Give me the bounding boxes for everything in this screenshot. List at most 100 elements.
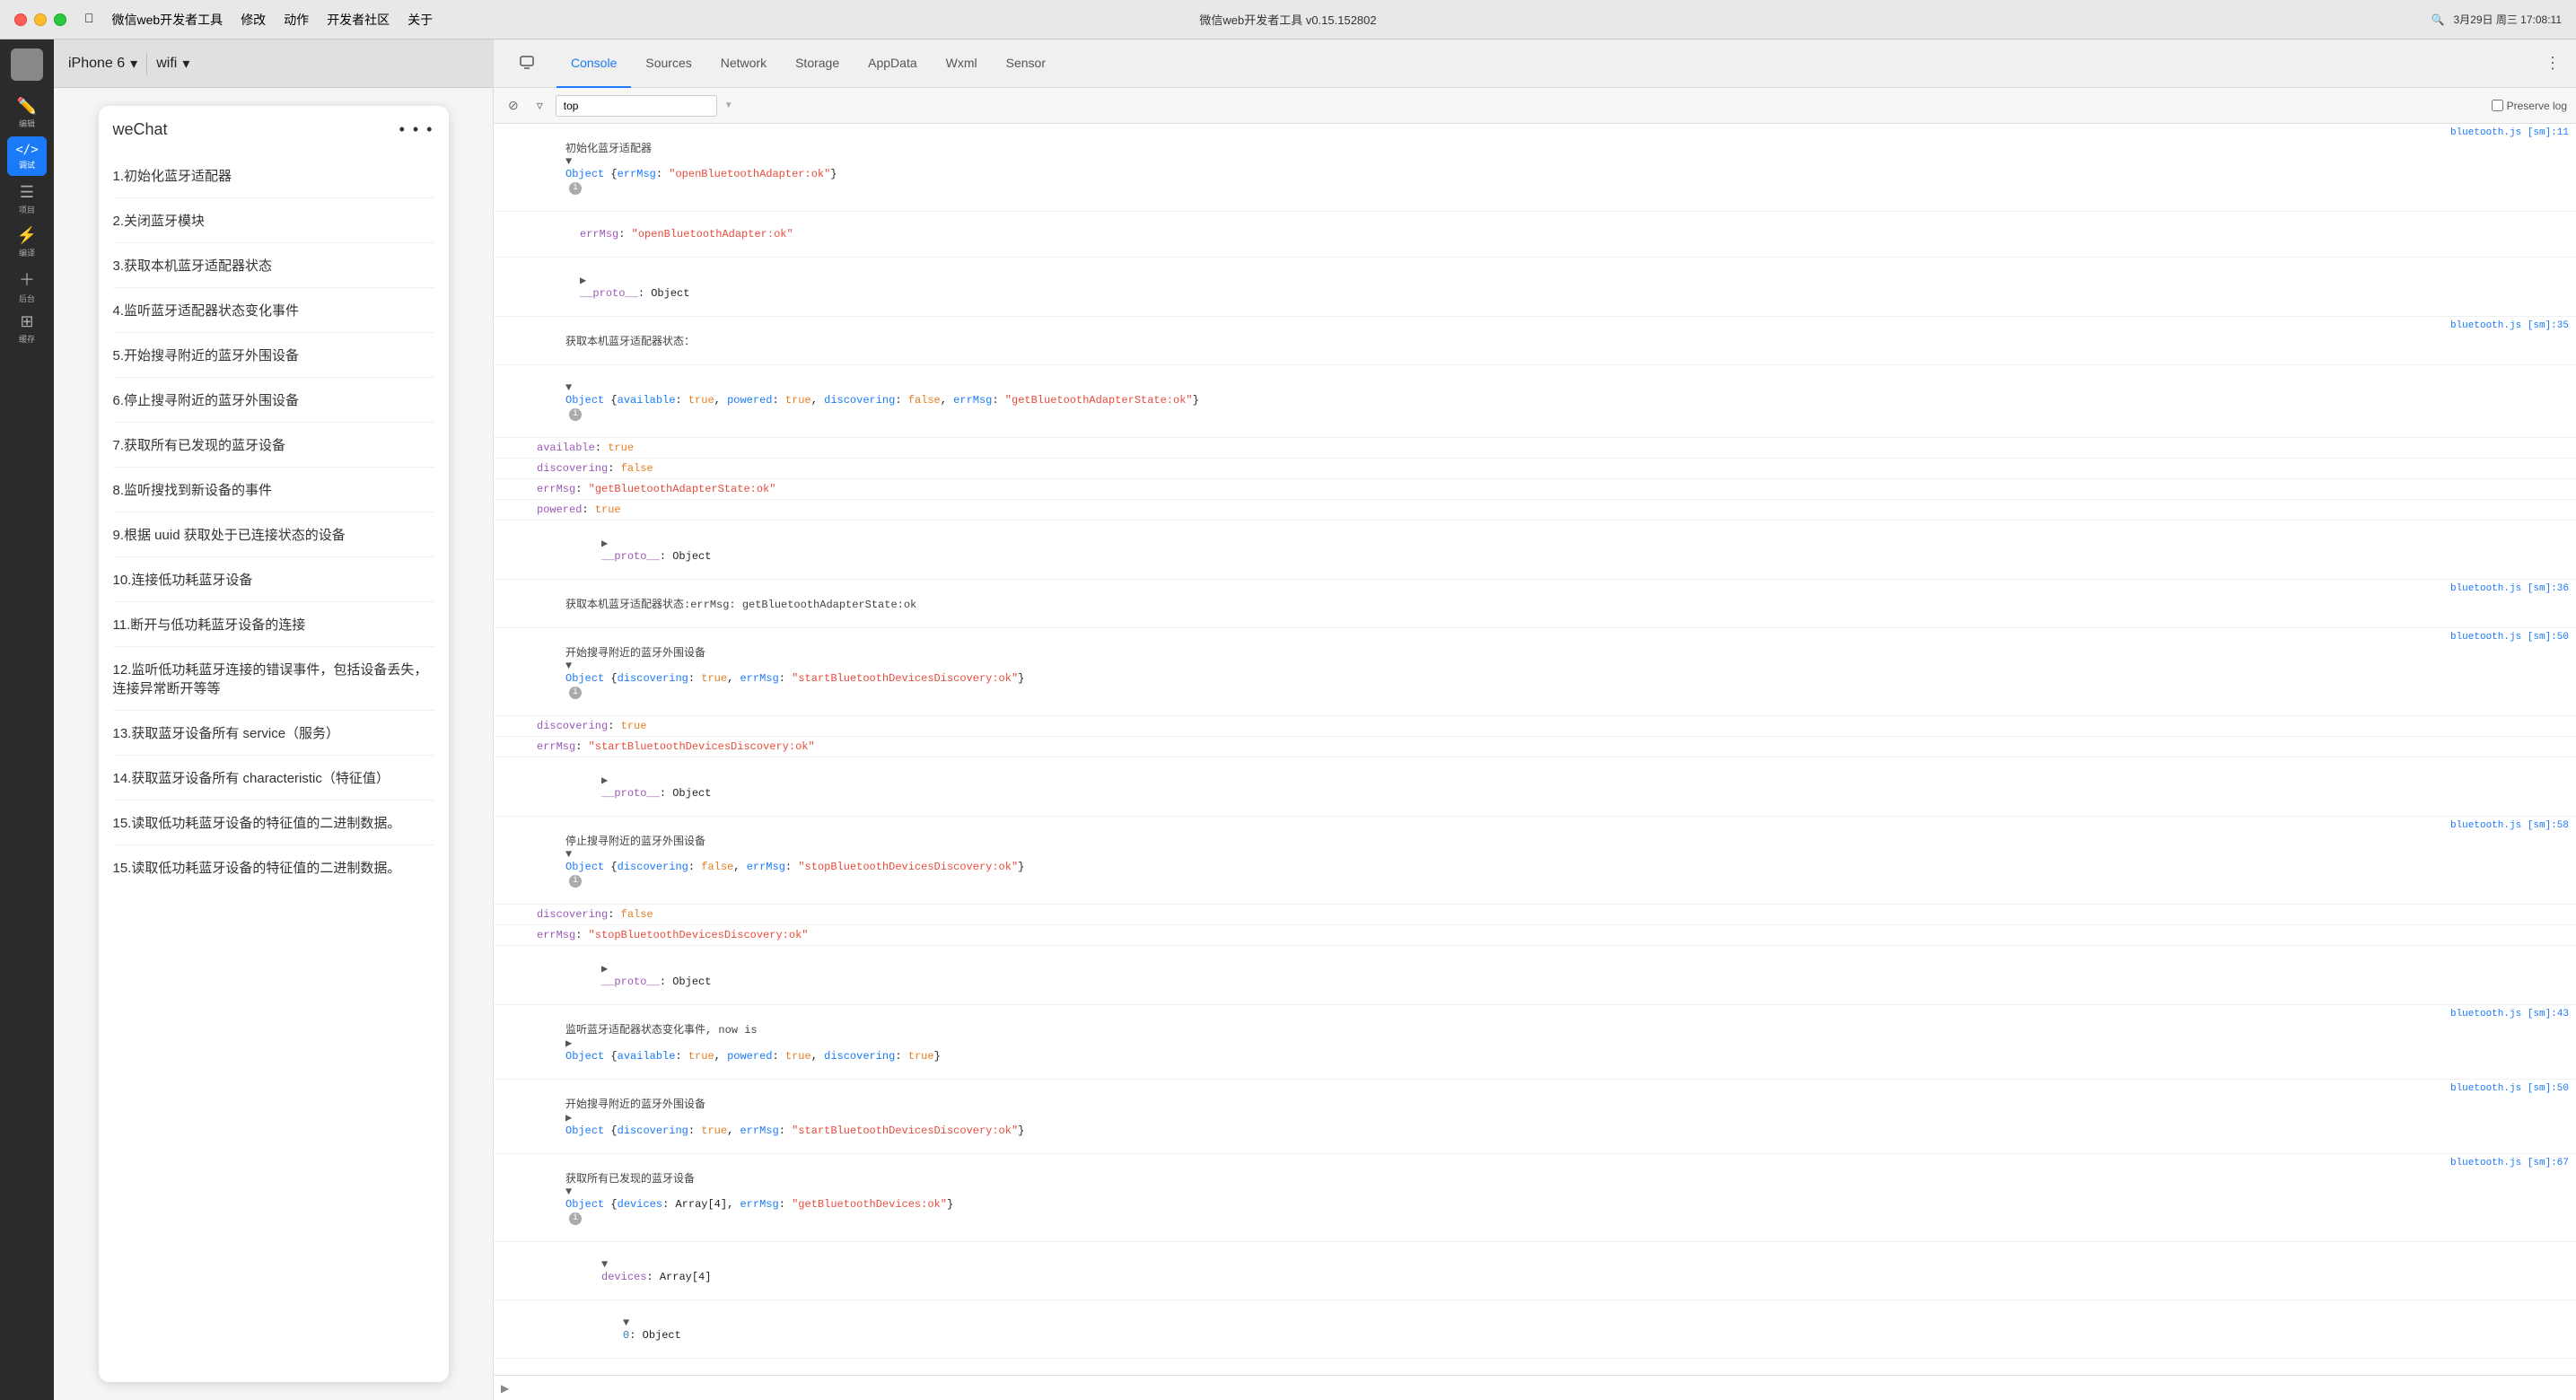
filter-button[interactable]: ▿ bbox=[531, 96, 548, 115]
traffic-lights[interactable] bbox=[14, 13, 66, 26]
search-icon[interactable]: 🔍 bbox=[2431, 13, 2445, 26]
list-item[interactable]: 8.监听搜找到新设备的事件 bbox=[113, 468, 434, 512]
minimize-button[interactable] bbox=[34, 13, 47, 26]
sidebar-label-compile: 编译 bbox=[19, 247, 35, 258]
sidebar-item-edit[interactable]: ✏️ 编辑 bbox=[7, 93, 47, 133]
sidebar-item-compile[interactable]: ⚡ 编译 bbox=[7, 223, 47, 262]
log-file-link[interactable]: bluetooth.js [sm]:50 bbox=[2450, 1083, 2569, 1094]
device-divider bbox=[146, 53, 147, 74]
log-file-link[interactable]: bluetooth.js [sm]:36 bbox=[2450, 583, 2569, 594]
list-item[interactable]: 14.获取蓝牙设备所有 characteristic（特征值） bbox=[113, 756, 434, 801]
log-content: __proto__: Object bbox=[515, 261, 2569, 312]
phone-menu-dots[interactable]: • • • bbox=[399, 120, 434, 139]
log-file-link[interactable]: bluetooth.js [sm]:35 bbox=[2450, 320, 2569, 331]
menu-edit[interactable]: 修改 bbox=[241, 11, 266, 29]
list-item[interactable]: 13.获取蓝牙设备所有 service（服务） bbox=[113, 711, 434, 756]
menu-action[interactable]: 动作 bbox=[284, 11, 309, 29]
list-item[interactable]: 5.开始搜寻附近的蓝牙外围设备 bbox=[113, 333, 434, 378]
expand-icon[interactable] bbox=[580, 275, 586, 287]
list-item[interactable]: 15.读取低功耗蓝牙设备的特征值的二进制数据。 bbox=[113, 801, 434, 845]
log-entry: 开始搜寻附近的蓝牙外围设备 Object {discovering: true,… bbox=[494, 1080, 2576, 1154]
list-item[interactable]: 10.连接低功耗蓝牙设备 bbox=[113, 557, 434, 602]
log-file-link[interactable]: bluetooth.js [sm]:50 bbox=[2450, 632, 2569, 643]
device-label: iPhone 6 bbox=[68, 56, 125, 72]
clear-console-button[interactable]: ⊘ bbox=[503, 96, 524, 115]
log-content: __proto__: Object bbox=[537, 524, 2569, 575]
network-selector[interactable]: wifi ▾ bbox=[156, 55, 189, 73]
info-icon[interactable]: i bbox=[569, 875, 582, 888]
expand-icon[interactable] bbox=[601, 963, 608, 976]
expand-icon[interactable] bbox=[565, 1037, 572, 1050]
log-file-link[interactable]: bluetooth.js [sm]:58 bbox=[2450, 820, 2569, 831]
info-icon[interactable]: i bbox=[569, 1212, 582, 1225]
device-selector[interactable]: iPhone 6 ▾ bbox=[68, 55, 137, 73]
log-file-link[interactable]: bluetooth.js [sm]:11 bbox=[2450, 127, 2569, 138]
phone-menu-list: 1.初始化蓝牙适配器 2.关闭蓝牙模块 3.获取本机蓝牙适配器状态 4.监听蓝牙… bbox=[113, 153, 434, 889]
expand-icon[interactable] bbox=[565, 381, 572, 394]
log-entry: devices: Array[4] bbox=[494, 1242, 2576, 1300]
menu-app[interactable]: 微信web开发者工具 bbox=[112, 11, 223, 29]
list-item[interactable]: 9.根据 uuid 获取处于已连接状态的设备 bbox=[113, 512, 434, 557]
log-entry: 初始化蓝牙适配器 Object {errMsg: "openBluetoothA… bbox=[494, 124, 2576, 212]
expand-icon[interactable] bbox=[565, 848, 572, 861]
list-item[interactable]: 1.初始化蓝牙适配器 bbox=[113, 153, 434, 198]
list-item[interactable]: 2.关闭蓝牙模块 bbox=[113, 198, 434, 243]
log-content: __proto__: Object bbox=[537, 949, 2569, 1001]
preserve-log-checkbox[interactable] bbox=[2492, 100, 2503, 111]
console-filter-input[interactable] bbox=[556, 95, 717, 117]
tab-console-inspect[interactable] bbox=[504, 39, 549, 88]
menu-community[interactable]: 开发者社区 bbox=[327, 11, 390, 29]
tab-appdata[interactable]: AppData bbox=[854, 39, 931, 88]
sidebar-item-cache[interactable]: ⊞ 缓存 bbox=[7, 309, 47, 348]
list-item[interactable]: 6.停止搜寻附近的蓝牙外围设备 bbox=[113, 378, 434, 423]
phone-header: weChat • • • bbox=[113, 120, 434, 139]
info-icon[interactable]: i bbox=[569, 182, 582, 195]
log-entry: discovering: false bbox=[494, 459, 2576, 479]
expand-icon[interactable] bbox=[565, 1186, 572, 1198]
preserve-log-label: Preserve log bbox=[2507, 100, 2567, 112]
window-title: 微信web开发者工具 v0.15.152802 bbox=[1199, 11, 1376, 28]
log-entry: powered: true bbox=[494, 500, 2576, 521]
menu-about[interactable]: 关于 bbox=[407, 11, 433, 29]
sidebar-item-debug[interactable]: </> 调试 bbox=[7, 136, 47, 176]
expand-icon[interactable] bbox=[565, 660, 572, 672]
log-content: 获取所有已发现的蓝牙设备 Object {devices: Array[4], … bbox=[501, 1158, 2443, 1238]
list-item[interactable]: 12.监听低功耗蓝牙连接的错误事件，包括设备丢失，连接异常断开等等 bbox=[113, 647, 434, 711]
tab-storage[interactable]: Storage bbox=[781, 39, 854, 88]
expand-icon[interactable] bbox=[565, 1112, 572, 1124]
cache-icon: ⊞ bbox=[20, 312, 33, 331]
expand-icon[interactable] bbox=[601, 774, 608, 787]
list-item[interactable]: 15.读取低功耗蓝牙设备的特征值的二进制数据。 bbox=[113, 845, 434, 889]
list-item[interactable]: 7.获取所有已发现的蓝牙设备 bbox=[113, 423, 434, 468]
console-output[interactable]: 初始化蓝牙适配器 Object {errMsg: "openBluetoothA… bbox=[494, 124, 2576, 1375]
left-sidebar: ✏️ 编辑 </> 调试 ☰ 项目 ⚡ 编译 ＋ 后台 ⊞ 缓存 bbox=[0, 39, 54, 1400]
more-button[interactable]: ⋮ bbox=[2540, 51, 2565, 76]
expand-icon[interactable] bbox=[601, 538, 608, 550]
device-bar: iPhone 6 ▾ wifi ▾ bbox=[54, 39, 493, 88]
info-icon[interactable]: i bbox=[569, 687, 582, 699]
tab-network[interactable]: Network bbox=[706, 39, 781, 88]
info-icon[interactable]: i bbox=[569, 408, 582, 421]
list-item[interactable]: 3.获取本机蓝牙适配器状态 bbox=[113, 243, 434, 288]
log-file-link[interactable]: bluetooth.js [sm]:67 bbox=[2450, 1158, 2569, 1168]
maximize-button[interactable] bbox=[54, 13, 66, 26]
devtools-panel: Console Sources Network Storage AppData … bbox=[494, 39, 2576, 1400]
expand-icon[interactable] bbox=[565, 155, 572, 168]
log-file-link[interactable]: bluetooth.js [sm]:43 bbox=[2450, 1009, 2569, 1019]
expand-icon[interactable] bbox=[623, 1317, 629, 1329]
list-item[interactable]: 4.监听蓝牙适配器状态变化事件 bbox=[113, 288, 434, 333]
expand-icon[interactable] bbox=[601, 1258, 608, 1271]
sidebar-label-project: 项目 bbox=[19, 204, 35, 215]
tab-sources[interactable]: Sources bbox=[631, 39, 705, 88]
debug-icon: </> bbox=[15, 143, 38, 157]
titlebar:  微信web开发者工具 修改 动作 开发者社区 关于 微信web开发者工具 v… bbox=[0, 0, 2576, 39]
tab-sensor[interactable]: Sensor bbox=[992, 39, 1060, 88]
list-item[interactable]: 11.断开与低功耗蓝牙设备的连接 bbox=[113, 602, 434, 647]
sidebar-item-backend[interactable]: ＋ 后台 bbox=[7, 266, 47, 305]
sidebar-item-project[interactable]: ☰ 项目 bbox=[7, 179, 47, 219]
close-button[interactable] bbox=[14, 13, 27, 26]
apple-menu[interactable]:  bbox=[84, 11, 94, 29]
tab-wxml[interactable]: Wxml bbox=[932, 39, 992, 88]
tab-console[interactable]: Console bbox=[556, 39, 631, 88]
log-content: powered: true bbox=[537, 503, 2569, 516]
